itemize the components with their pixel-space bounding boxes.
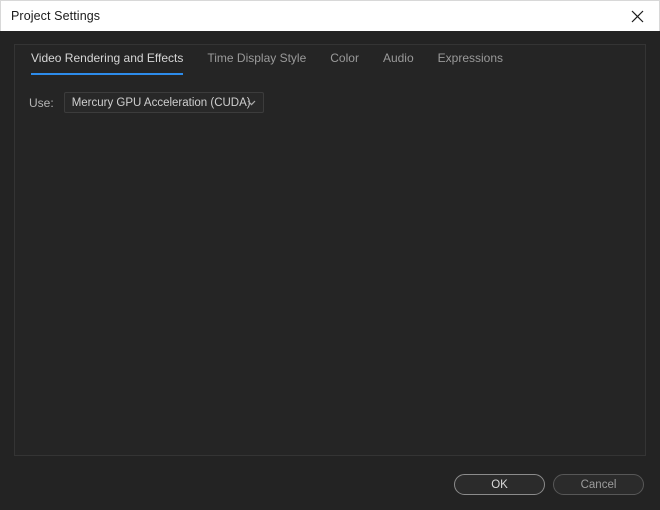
cancel-button-label: Cancel — [580, 478, 617, 491]
settings-panel: Video Rendering and Effects Time Display… — [14, 44, 646, 456]
ok-button-label: OK — [491, 478, 508, 491]
project-settings-dialog: Project Settings Video Rendering and Eff… — [0, 0, 660, 510]
chevron-down-icon — [247, 93, 256, 112]
tab-label: Video Rendering and Effects — [31, 51, 184, 65]
ok-button[interactable]: OK — [454, 474, 545, 495]
renderer-select[interactable]: Mercury GPU Acceleration (CUDA) — [63, 92, 264, 113]
tab-bar: Video Rendering and Effects Time Display… — [15, 45, 527, 75]
tab-expressions[interactable]: Expressions — [438, 45, 503, 71]
tab-label: Color — [330, 51, 359, 65]
tab-label: Audio — [382, 51, 414, 65]
cancel-button[interactable]: Cancel — [553, 474, 644, 495]
close-button[interactable] — [615, 1, 659, 31]
use-label: Use: — [29, 95, 54, 110]
renderer-select-value: Mercury GPU Acceleration (CUDA) — [71, 96, 251, 109]
close-icon — [631, 10, 644, 23]
tab-active-underline — [31, 73, 184, 75]
dialog-footer: OK Cancel — [0, 474, 660, 510]
tab-color[interactable]: Color — [330, 45, 359, 71]
tab-time-display-style[interactable]: Time Display Style — [207, 45, 306, 71]
page-title: Project Settings — [11, 9, 101, 23]
tab-video-rendering-and-effects[interactable]: Video Rendering and Effects — [31, 45, 184, 75]
renderer-row: Use: Mercury GPU Acceleration (CUDA) — [29, 92, 264, 113]
tab-label: Time Display Style — [207, 51, 307, 65]
tab-audio[interactable]: Audio — [383, 45, 414, 71]
dialog-body: Video Rendering and Effects Time Display… — [0, 31, 660, 510]
tab-label: Expressions — [437, 51, 504, 65]
title-bar: Project Settings — [0, 0, 660, 31]
